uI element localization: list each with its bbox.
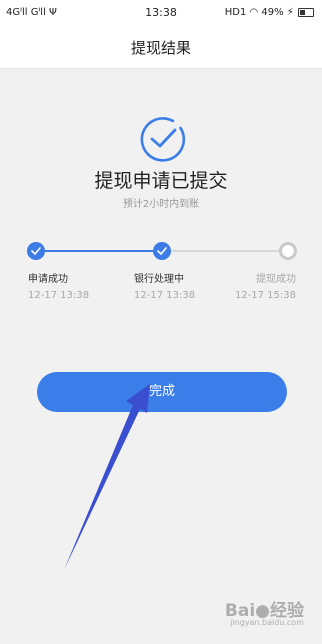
watermark-url: jingyan.baidu.com [230, 618, 304, 627]
result-subtitle: 预计2小时内到账 [122, 199, 200, 210]
step-2-check-icon [153, 242, 171, 260]
step-1-label: 申请成功 [28, 274, 68, 285]
step-1-check-icon [27, 242, 45, 260]
check-circle-icon [140, 117, 186, 162]
step-2-time: 12-17 13:38 [134, 290, 196, 301]
battery-icon [298, 7, 314, 17]
progress-line-pending [162, 250, 288, 252]
status-right-indicators: HD1 ◠ 49% ⚡ [225, 7, 314, 18]
result-title: 提现申请已提交 [94, 170, 228, 192]
status-bar: 4Gᴵll Gᴵll Ψ 13:38 HD1 ◠ 49% ⚡ [0, 0, 322, 26]
step-3-time: 12-17 15:38 [234, 290, 296, 301]
step-3-label: 提现成功 [256, 274, 296, 285]
step-1-time: 12-17 13:38 [28, 290, 90, 301]
status-right-text: HD1 ◠ 49% ⚡ [224, 7, 294, 18]
nav-bar: 提现结果 [0, 26, 322, 69]
step-3-pending-icon [279, 242, 297, 260]
step-2-label: 银行处理中 [134, 274, 184, 285]
progress-line-completed [36, 250, 162, 252]
pointer-arrow-icon [64, 384, 150, 570]
done-button[interactable]: 完成 [37, 372, 287, 412]
page-title: 提现结果 [130, 39, 191, 57]
